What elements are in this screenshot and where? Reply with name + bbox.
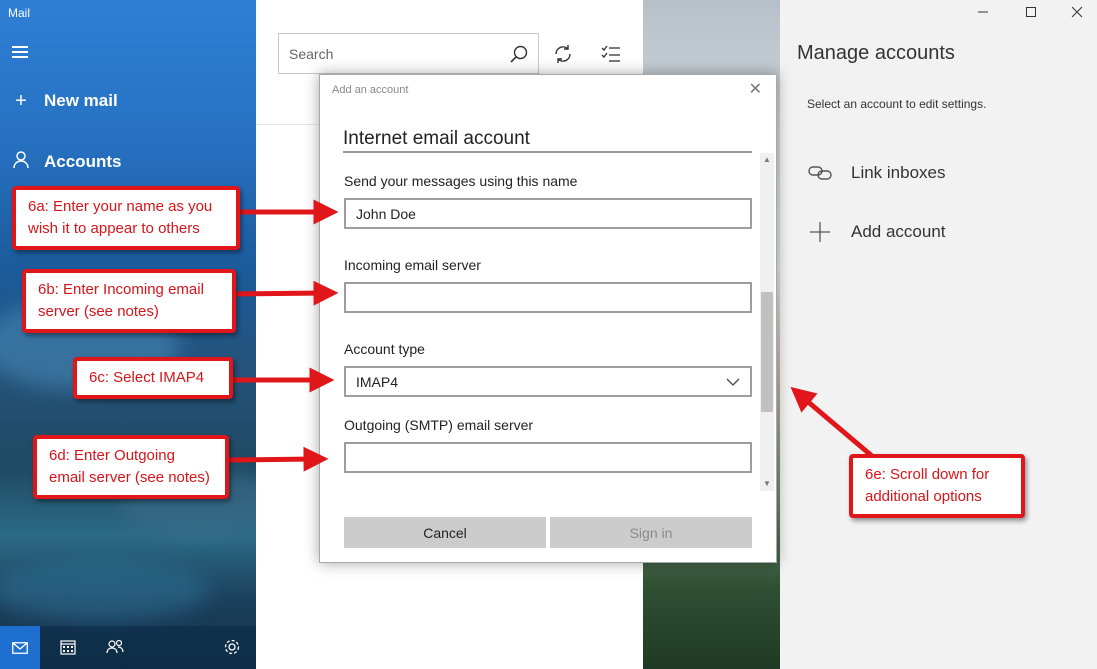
sync-icon[interactable] [552,43,574,65]
new-mail-label: New mail [44,91,118,110]
nav-pane: Mail + New mail Accounts [0,0,256,669]
people-icon[interactable] [104,636,126,658]
callout-6e: 6e: Scroll down for additional options [849,454,1025,518]
chevron-down-icon [726,378,740,386]
callout-6a-line1: 6a: Enter your name as you [28,198,213,215]
plus-icon [807,221,833,243]
callout-6b-line1: 6b: Enter Incoming email [38,281,204,298]
search-input[interactable]: Search [289,46,510,62]
link-icon [807,164,833,182]
manage-accounts-subtitle: Select an account to edit settings. [807,97,987,111]
manage-accounts-title: Manage accounts [797,42,955,64]
link-inboxes-button[interactable]: Link inboxes [807,163,946,183]
outgoing-server-label: Outgoing (SMTP) email server [344,417,534,433]
select-mode-icon[interactable] [600,43,622,65]
account-type-value: IMAP4 [356,373,399,390]
dialog-heading: Internet email account [343,128,530,149]
sign-in-button[interactable]: Sign in [550,517,752,548]
search-box[interactable]: Search [278,33,539,74]
callout-6c-line1: 6c: Select IMAP4 [89,369,205,386]
new-mail-button[interactable]: + New mail [12,91,118,111]
hamburger-menu-icon[interactable] [12,46,28,58]
callout-6d: 6d: Enter Outgoing email server (see not… [33,435,229,499]
link-inboxes-label: Link inboxes [851,163,946,182]
callout-6b: 6b: Enter Incoming email server (see not… [22,269,236,333]
app-title: Mail [8,6,31,20]
name-field-label: Send your messages using this name [344,173,578,189]
accounts-button[interactable]: Accounts [12,151,121,172]
name-field[interactable]: John Doe [344,198,752,229]
callout-6e-line2: additional options [865,488,982,505]
scroll-up-icon[interactable]: ▲ [761,155,773,165]
minimize-icon[interactable] [976,5,990,19]
callout-6c: 6c: Select IMAP4 [73,357,233,399]
close-window-icon[interactable] [1070,5,1084,19]
callout-6d-line2: email server (see notes) [49,469,210,486]
mail-icon[interactable] [0,626,40,669]
heading-divider [343,151,752,153]
add-account-dialog: Add an account ✕ Internet email account … [319,74,777,563]
plus-icon: + [15,90,27,112]
account-type-select[interactable]: IMAP4 [344,366,752,397]
add-account-label: Add account [851,222,946,241]
incoming-server-field[interactable] [344,282,752,313]
outgoing-server-field[interactable] [344,442,752,473]
maximize-icon[interactable] [1024,5,1038,19]
callout-6e-line1: 6e: Scroll down for [865,466,990,483]
bottom-bar [0,626,256,669]
callout-6b-line2: server (see notes) [38,303,159,320]
add-account-button[interactable]: Add account [807,221,946,243]
cancel-button[interactable]: Cancel [344,517,546,548]
callout-6a: 6a: Enter your name as you wish it to ap… [12,186,240,250]
manage-accounts-pane: Manage accounts Select an account to edi… [780,0,1097,669]
callout-6a-line2: wish it to appear to others [28,220,200,237]
close-icon[interactable]: ✕ [749,82,762,98]
accounts-label: Accounts [44,151,122,171]
name-field-value: John Doe [356,205,416,222]
search-icon[interactable] [510,45,528,63]
person-icon [12,151,30,172]
incoming-server-label: Incoming email server [344,257,481,273]
dialog-caption: Add an account [332,84,409,96]
scrollbar-thumb[interactable] [761,292,773,412]
calendar-icon[interactable] [57,636,79,658]
callout-6d-line1: 6d: Enter Outgoing [49,447,175,464]
account-type-label: Account type [344,341,425,357]
scroll-down-icon[interactable]: ▼ [761,479,773,489]
settings-icon[interactable] [221,636,243,658]
